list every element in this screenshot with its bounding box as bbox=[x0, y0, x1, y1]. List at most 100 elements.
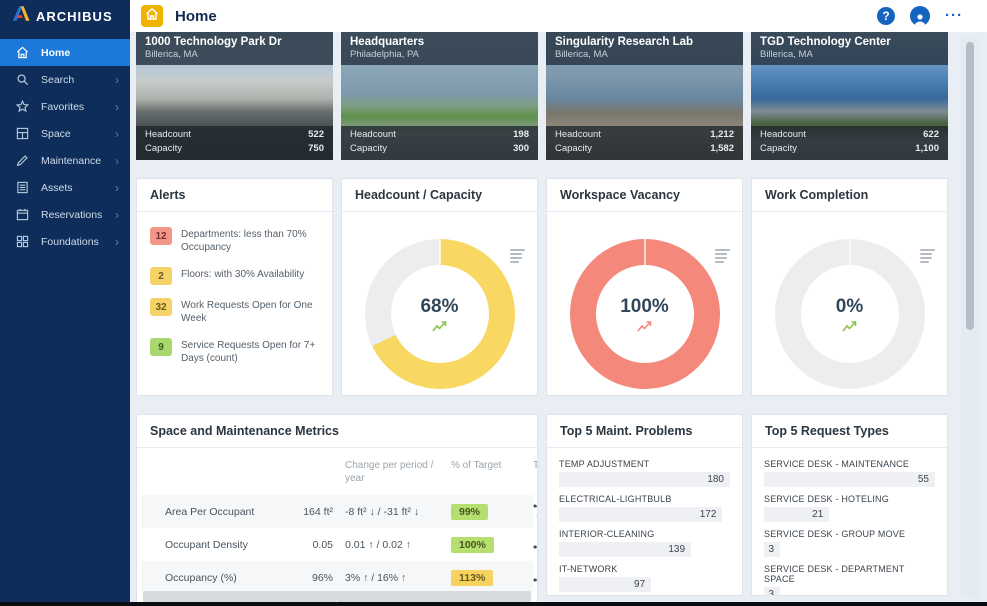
panel-title: Space and Maintenance Metrics bbox=[150, 424, 339, 438]
bar-label: SERVICE DESK - DEPARTMENT SPACE bbox=[764, 564, 905, 584]
bar-item[interactable]: IT-NETWORK 97 bbox=[559, 564, 730, 592]
bar-item[interactable]: SERVICE DESK - MAINTENANCE 55 bbox=[764, 459, 935, 487]
overflow-menu-button[interactable]: ··· bbox=[945, 8, 963, 23]
bar: 97 bbox=[559, 577, 652, 592]
target-badge: 99% bbox=[451, 503, 489, 520]
chart-menu-icon[interactable] bbox=[510, 249, 525, 265]
bar: 172 bbox=[559, 507, 723, 522]
archibus-logo-icon bbox=[12, 6, 30, 26]
bar: 21 bbox=[764, 507, 830, 522]
building-city: Billerica, MA bbox=[145, 49, 198, 60]
user-avatar-button[interactable] bbox=[910, 6, 930, 26]
building-stats: Headcount 522 Capacity 750 bbox=[136, 126, 333, 160]
alert-item[interactable]: 12 Departments: less than 70% Occupancy bbox=[150, 227, 319, 254]
bar-item[interactable]: SERVICE DESK - GROUP MOVE 3 bbox=[764, 529, 935, 557]
donut-seam bbox=[643, 239, 646, 266]
chevron-icon: › bbox=[334, 594, 340, 603]
target-badge: 113% bbox=[451, 569, 494, 586]
floorplan-icon bbox=[15, 126, 30, 141]
dashboard-content: 1000 Technology Park Dr Billerica, MA He… bbox=[130, 32, 987, 602]
help-button[interactable]: ? bbox=[877, 7, 895, 25]
assets-icon bbox=[15, 180, 30, 195]
metrics-table-header: Change per period / year % of Target Tre… bbox=[141, 452, 537, 495]
workspace-vacancy-donut[interactable]: 100% bbox=[569, 239, 720, 389]
request-types-bar-chart: SERVICE DESK - MAINTENANCE 55 SERVICE DE… bbox=[752, 448, 947, 595]
panel-title: Workspace Vacancy bbox=[560, 188, 680, 202]
chart-menu-icon[interactable] bbox=[715, 249, 730, 265]
maint-problems-bar-chart: TEMP ADJUSTMENT 180 ELECTRICAL-LIGHTBULB… bbox=[547, 448, 742, 595]
bar-item[interactable]: SERVICE DESK - DEPARTMENT SPACE 3 bbox=[764, 564, 935, 595]
grid-icon bbox=[15, 234, 30, 249]
building-stats: Headcount 1,212 Capacity 1,582 bbox=[546, 126, 743, 160]
alert-item[interactable]: 32 Work Requests Open for One Week bbox=[150, 298, 319, 325]
bar-item[interactable]: SERVICE DESK - HOTELING 21 bbox=[764, 494, 935, 522]
bar-item[interactable]: ELECTRICAL-LIGHTBULB 172 bbox=[559, 494, 730, 522]
building-card-singularity-research-lab[interactable]: Singularity Research Lab Billerica, MA H… bbox=[546, 32, 743, 160]
star-icon bbox=[15, 99, 30, 114]
building-card-1000-technology-park[interactable]: 1000 Technology Park Dr Billerica, MA He… bbox=[136, 32, 333, 160]
sidebar-item-home[interactable]: Home bbox=[0, 39, 130, 66]
building-card-header: TGD Technology Center Billerica, MA bbox=[751, 32, 948, 65]
chevron-right-icon: › bbox=[115, 207, 119, 222]
capacity-value: 300 bbox=[513, 143, 529, 154]
alert-item[interactable]: 9 Service Requests Open for 7+ Days (cou… bbox=[150, 338, 319, 365]
scrollbar-thumb[interactable] bbox=[966, 42, 974, 330]
chevron-right-icon: › bbox=[115, 72, 119, 87]
sidebar-item-reservations[interactable]: Reservations › bbox=[0, 201, 130, 228]
brand-name: ARCHIBUS bbox=[36, 8, 113, 24]
building-name: TGD Technology Center bbox=[760, 36, 891, 48]
trend-sparkline bbox=[533, 536, 537, 553]
capacity-label: Capacity bbox=[350, 143, 387, 154]
chevron-right-icon: › bbox=[115, 180, 119, 195]
sidebar-item-favorites[interactable]: Favorites › bbox=[0, 93, 130, 120]
bar-label: INTERIOR-CLEANING bbox=[559, 529, 655, 539]
bar: 139 bbox=[559, 542, 692, 557]
panel-title: Work Completion bbox=[765, 188, 869, 202]
home-button[interactable] bbox=[141, 5, 163, 27]
building-stats: Headcount 198 Capacity 300 bbox=[341, 126, 538, 160]
building-name: Singularity Research Lab bbox=[555, 36, 694, 48]
metric-row[interactable]: Occupancy (%) 96% 3% ↑ / 16% ↑ 113% bbox=[141, 561, 537, 594]
capacity-label: Capacity bbox=[760, 143, 797, 154]
bar-label: SERVICE DESK - GROUP MOVE bbox=[764, 529, 906, 539]
sidebar-item-space[interactable]: Space › bbox=[0, 120, 130, 147]
metric-value: 96% bbox=[311, 571, 333, 584]
capacity-label: Capacity bbox=[555, 143, 592, 154]
trend-sparkline bbox=[533, 503, 537, 520]
building-card-header: 1000 Technology Park Dr Billerica, MA bbox=[136, 32, 333, 65]
bar-label: TEMP ADJUSTMENT bbox=[559, 459, 650, 469]
headcount-value: 198 bbox=[513, 129, 529, 140]
headcount-label: Headcount bbox=[350, 129, 396, 140]
metric-change: 3% ↑ / 16% ↑ bbox=[345, 571, 407, 584]
alerts-panel: Alerts 12 Departments: less than 70% Occ… bbox=[136, 178, 333, 396]
metric-row[interactable]: Area Per Occupant 164 ft² -8 ft² ↓ / -31… bbox=[141, 495, 537, 528]
headcount-capacity-donut[interactable]: 68% bbox=[364, 239, 515, 389]
headcount-label: Headcount bbox=[555, 129, 601, 140]
sidebar-item-search[interactable]: Search › bbox=[0, 66, 130, 93]
metrics-expander-button[interactable]: › bbox=[143, 591, 531, 602]
bar-item[interactable]: TEMP ADJUSTMENT 180 bbox=[559, 459, 730, 487]
donut-seam bbox=[438, 239, 441, 266]
building-card-headquarters[interactable]: Headquarters Philadelphia, PA Headcount 1… bbox=[341, 32, 538, 160]
sidebar: ARCHIBUS Home Search › Favorites › Space… bbox=[0, 0, 130, 602]
page-title: Home bbox=[175, 7, 217, 25]
archibus-app: ARCHIBUS Home Search › Favorites › Space… bbox=[0, 0, 987, 606]
bar-item[interactable]: INTERIOR-CLEANING 139 bbox=[559, 529, 730, 557]
scrollbar-track[interactable] bbox=[961, 36, 979, 598]
building-card-header: Headquarters Philadelphia, PA bbox=[341, 32, 538, 65]
building-city: Billerica, MA bbox=[760, 49, 813, 60]
metric-row[interactable]: Occupant Density 0.05 0.01 ↑ / 0.02 ↑ 10… bbox=[141, 528, 537, 561]
sidebar-item-assets[interactable]: Assets › bbox=[0, 174, 130, 201]
alert-item[interactable]: 2 Floors: with 30% Availability bbox=[150, 267, 319, 285]
sidebar-item-maintenance[interactable]: Maintenance › bbox=[0, 147, 130, 174]
donut-center: 100% bbox=[595, 265, 694, 363]
chart-menu-icon[interactable] bbox=[920, 249, 935, 265]
window-bottom-edge bbox=[0, 602, 987, 606]
headcount-label: Headcount bbox=[145, 129, 191, 140]
work-completion-donut[interactable]: 0% bbox=[774, 239, 925, 389]
metric-change: 0.01 ↑ / 0.02 ↑ bbox=[345, 538, 411, 551]
sidebar-item-label: Reservations bbox=[41, 208, 103, 221]
headcount-value: 622 bbox=[923, 129, 939, 140]
building-card-tgd-technology-center[interactable]: TGD Technology Center Billerica, MA Head… bbox=[751, 32, 948, 160]
sidebar-item-foundations[interactable]: Foundations › bbox=[0, 228, 130, 255]
